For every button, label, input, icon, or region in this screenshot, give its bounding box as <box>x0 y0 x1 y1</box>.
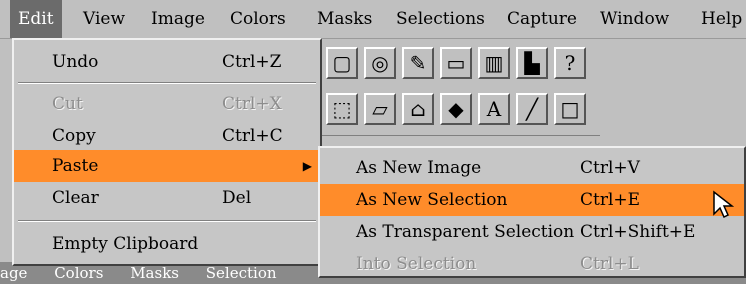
menu-item-shortcut: Ctrl+E <box>580 190 641 210</box>
paintbrush-icon[interactable]: ✎ <box>402 47 434 79</box>
menu-item-shortcut: Ctrl+Shift+E <box>580 222 696 242</box>
menu-item-shortcut: Ctrl+X <box>222 94 282 114</box>
text-tool-icon[interactable]: A <box>478 93 510 125</box>
menu-colors[interactable]: Colors <box>230 0 286 38</box>
menu-item-label: Cut <box>52 94 83 114</box>
menu-capture[interactable]: Capture <box>507 0 577 38</box>
submenu-arrow-icon: ▶ <box>302 159 312 173</box>
select-icon[interactable]: ⬚ <box>326 93 358 125</box>
background-menu-masks: Masks <box>130 264 179 282</box>
menu-separator <box>18 82 316 84</box>
submenu-item-as-new-image[interactable]: As New Image Ctrl+V <box>320 152 744 184</box>
background-menu-selection: Selection <box>205 264 277 282</box>
help-cursor-icon[interactable]: ? <box>554 47 586 79</box>
color-bars-icon[interactable]: ▥ <box>478 47 510 79</box>
menu-item-shortcut: Ctrl+V <box>580 158 640 178</box>
toolbar-row-2: ⬚ ▱ ⌂ ◆ A ╱ □ <box>320 89 586 129</box>
menu-item-undo[interactable]: Undo Ctrl+Z <box>14 46 320 78</box>
menu-item-label: Clear <box>52 188 99 208</box>
gauge-icon[interactable]: ◎ <box>364 47 396 79</box>
menu-bar: Edit View Image Colors Masks Selections … <box>0 0 746 39</box>
menu-item-label: As New Selection <box>356 190 508 210</box>
menu-item-label: Paste <box>52 156 99 176</box>
toolbar-row-1: ▢ ◎ ✎ ▭ ▥ ▙ ? <box>320 43 586 83</box>
rectangle-tool-icon[interactable]: □ <box>554 93 586 125</box>
toolbar-area: ▢ ◎ ✎ ▭ ▥ ▙ ? ⬚ ▱ ⌂ ◆ A ╱ □ <box>320 39 600 136</box>
menu-item-label: Undo <box>52 52 99 72</box>
submenu-item-into-selection: Into Selection Ctrl+L <box>320 248 744 280</box>
menu-edit[interactable]: Edit <box>10 0 62 38</box>
menu-item-cut: Cut Ctrl+X <box>14 88 320 120</box>
background-menu-image: age <box>0 264 28 282</box>
menu-window[interactable]: Window <box>600 0 669 38</box>
menu-item-label: Empty Clipboard <box>52 234 199 254</box>
grid-icon[interactable]: ▢ <box>326 47 358 79</box>
menu-item-shortcut: Ctrl+C <box>222 126 283 146</box>
submenu-item-as-new-selection[interactable]: As New Selection Ctrl+E <box>320 184 744 216</box>
submenu-item-as-transparent-selection[interactable]: As Transparent Selection Ctrl+Shift+E <box>320 216 744 248</box>
background-menu-colors: Colors <box>54 264 104 282</box>
menu-item-shortcut: Ctrl+Z <box>222 52 282 72</box>
menu-item-copy[interactable]: Copy Ctrl+C <box>14 120 320 152</box>
menu-item-label: As New Image <box>356 158 482 178</box>
menu-help[interactable]: Help <box>701 0 742 38</box>
menu-view[interactable]: View <box>83 0 125 38</box>
menu-masks[interactable]: Masks <box>317 0 372 38</box>
keyboard-icon[interactable]: ▭ <box>440 47 472 79</box>
menu-item-empty-clipboard[interactable]: Empty Clipboard <box>14 228 320 260</box>
menu-item-label: Into Selection <box>356 254 477 274</box>
menu-item-label: Copy <box>52 126 96 146</box>
fill-icon[interactable]: ⌂ <box>402 93 434 125</box>
menu-item-paste[interactable]: Paste ▶ <box>14 150 320 182</box>
menu-selections[interactable]: Selections <box>396 0 485 38</box>
menu-item-clear[interactable]: Clear Del <box>14 182 320 214</box>
line-tool-icon[interactable]: ╱ <box>516 93 548 125</box>
paste-submenu: As New Image Ctrl+V As New Selection Ctr… <box>318 146 746 278</box>
shape-icon[interactable]: ◆ <box>440 93 472 125</box>
mouse-pointer-icon <box>712 190 735 225</box>
edit-menu: Undo Ctrl+Z Cut Ctrl+X Copy Ctrl+C Paste… <box>12 38 322 266</box>
menu-separator <box>18 220 316 222</box>
histogram-icon[interactable]: ▙ <box>516 47 548 79</box>
menu-item-shortcut: Ctrl+L <box>580 254 639 274</box>
eraser-icon[interactable]: ▱ <box>364 93 396 125</box>
menu-image[interactable]: Image <box>151 0 205 38</box>
menu-item-label: As Transparent Selection <box>356 222 575 242</box>
menu-item-shortcut: Del <box>222 188 252 208</box>
